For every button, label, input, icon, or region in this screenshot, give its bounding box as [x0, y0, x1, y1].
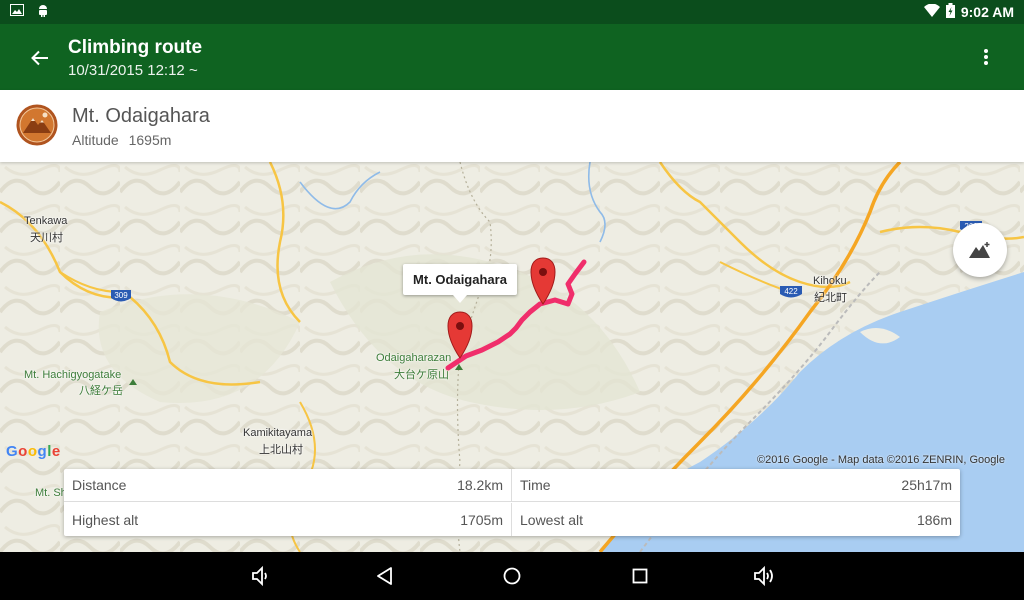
stat-time: Time 25h17m — [512, 469, 960, 502]
page-title: Climbing route — [68, 37, 203, 58]
home-icon[interactable] — [500, 564, 524, 588]
map-label-kamikitayama: Kamikitayama — [243, 427, 313, 439]
route-422-shield: 422 — [780, 286, 802, 298]
overflow-menu-icon[interactable] — [974, 44, 998, 70]
mountain-name: Mt. Odaigahara — [72, 105, 210, 127]
recents-icon[interactable] — [628, 564, 652, 588]
battery-icon — [945, 3, 955, 21]
status-time: 9:02 AM — [960, 4, 1014, 20]
altitude-value: 1695m — [128, 132, 172, 148]
map-label-kihoku: Kihoku — [813, 275, 847, 287]
android-notification-icon — [36, 3, 50, 22]
map-attribution[interactable]: ©2016 Google - Map data ©2016 ZENRIN, Go… — [757, 454, 1005, 466]
svg-text:309: 309 — [114, 291, 128, 300]
map-label-tenkawa: Tenkawa — [24, 215, 68, 227]
mountain-header[interactable]: Mt. Odaigahara Altitude 1695m — [0, 90, 1024, 277]
map-label-kihoku-jp: 紀北町 — [814, 292, 847, 304]
wifi-icon — [923, 3, 940, 20]
highest-alt-label: Highest alt — [72, 511, 139, 528]
map-label-tenkawa-jp: 天川村 — [30, 232, 63, 244]
map-label-mt-sh: Mt. Sh — [35, 487, 67, 499]
map-label-odaigaharazan-jp: 大台ケ原山 — [394, 369, 449, 381]
stat-lowest-alt: Lowest alt 186m — [512, 503, 960, 536]
volume-down-icon[interactable] — [249, 564, 273, 588]
map-label-hachigyogatake-jp: 八経ケ岳 — [79, 385, 123, 397]
route-309-shield: 309 — [111, 290, 131, 302]
altitude-label: Altitude — [72, 132, 119, 148]
distance-label: Distance — [72, 477, 127, 493]
volume-up-icon[interactable] — [752, 564, 776, 588]
time-label: Time — [520, 477, 551, 493]
system-nav-bar — [0, 552, 1024, 600]
map-label-odaigaharazan: Odaigaharazan — [376, 352, 452, 364]
marker-callout[interactable]: Mt. Odaigahara — [403, 264, 517, 303]
app-bar: Climbing route 10/31/2015 12:12 ~ — [0, 24, 1024, 90]
route-date: 10/31/2015 12:12 ~ — [68, 62, 198, 79]
back-icon[interactable] — [373, 564, 397, 588]
lowest-alt-label: Lowest alt — [520, 511, 584, 528]
distance-value: 18.2km — [457, 477, 503, 493]
status-bar: 9:02 AM — [0, 0, 1024, 24]
route-stats-card: Distance 18.2km Time 25h17m Highest alt … — [64, 469, 960, 536]
mountain-altitude: Altitude 1695m — [72, 132, 177, 148]
time-value: 25h17m — [901, 477, 952, 493]
back-arrow-icon[interactable] — [26, 44, 54, 72]
svg-text:422: 422 — [784, 287, 798, 296]
map-label-kamikitayama-jp: 上北山村 — [259, 444, 303, 456]
mountain-add-button[interactable] — [953, 223, 1007, 277]
stat-highest-alt: Highest alt 1705m — [64, 503, 512, 536]
highest-alt-value: 1705m — [460, 511, 503, 528]
map-label-hachigyogatake: Mt. Hachigyogatake — [24, 369, 122, 381]
stat-distance: Distance 18.2km — [64, 469, 512, 502]
gallery-notification-icon — [10, 3, 24, 21]
lowest-alt-value: 186m — [916, 511, 952, 528]
mountain-badge-icon — [16, 104, 58, 146]
google-logo: Google — [6, 443, 61, 460]
